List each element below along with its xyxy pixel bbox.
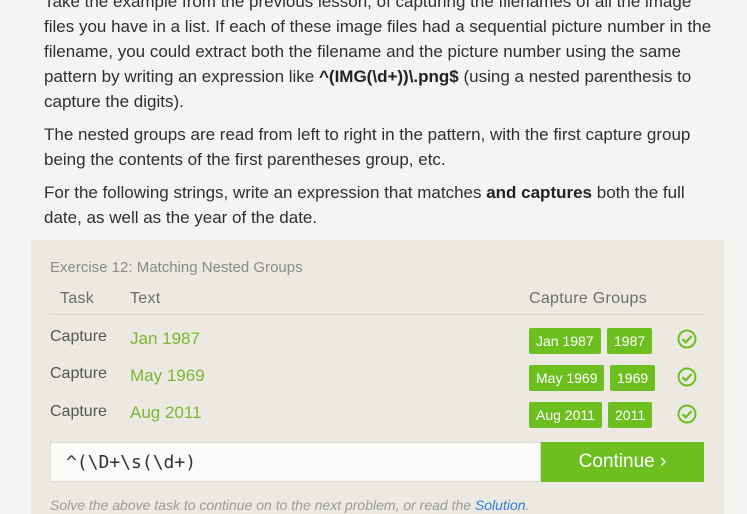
exercise-title: Exercise 12: Matching Nested Groups [50, 259, 303, 276]
exercise-panel: Exercise 12: Matching Nested Groups Task… [31, 240, 724, 514]
hint-text: Solve the above task to continue on to t… [50, 497, 529, 513]
lesson-text: Take the example from the previous lesso… [44, 0, 724, 238]
check-circle-icon [677, 367, 697, 387]
task-text: May 1969 [130, 366, 205, 385]
header-divider [50, 314, 705, 315]
lesson-paragraph-2: The nested groups are read from left to … [44, 125, 691, 169]
task-text: Jan 1987 [130, 329, 200, 348]
check-circle-icon [677, 329, 697, 349]
column-header-task: Task [60, 290, 95, 307]
check-circle-icon [677, 404, 697, 424]
capture-group-badge: Aug 2011 [529, 402, 602, 428]
column-header-capture-groups: Capture Groups [529, 290, 648, 307]
task-label: Capture [50, 365, 107, 382]
continue-button[interactable]: Continue › [541, 442, 704, 482]
lesson-paragraph-3: For the following strings, write an expr… [44, 180, 724, 230]
hint-text-run: Solve the above task to continue on to t… [50, 497, 475, 513]
capture-group-badge: May 1969 [529, 365, 605, 391]
column-header-text: Text [130, 290, 161, 307]
lesson-text-run: For the following strings, write an expr… [44, 183, 487, 202]
emphasis-text: and captures [486, 183, 593, 202]
capture-group-badge: 1987 [607, 328, 653, 354]
task-label: Capture [50, 403, 107, 420]
hint-text-run: . [525, 497, 530, 513]
task-label: Capture [50, 328, 107, 345]
regex-input[interactable] [51, 443, 540, 481]
lesson-paragraph-1: Take the example from the previous lesso… [44, 0, 724, 114]
regex-example: ^(IMG(\d+))\.png$ [318, 67, 459, 86]
solution-link[interactable]: Solution [475, 497, 526, 513]
capture-group-badge: 1969 [610, 365, 656, 391]
capture-group-badge: Jan 1987 [529, 328, 601, 354]
capture-group-badge: 2011 [608, 402, 653, 428]
task-text: Aug 2011 [130, 403, 202, 422]
regex-input-container [50, 442, 541, 482]
